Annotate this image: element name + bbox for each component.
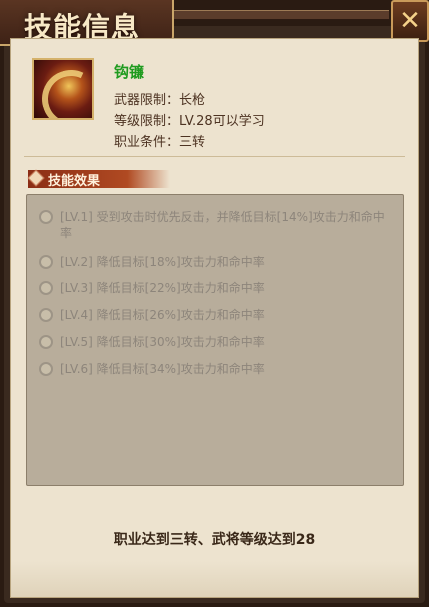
- skill-effects-list[interactable]: [LV.1] 受到攻击时优先反击，并降低目标[14%]攻击力和命中率 [LV.2…: [26, 194, 404, 486]
- effect-text: [LV.3] 降低目标[22%]攻击力和命中率: [60, 281, 265, 295]
- close-icon: ✕: [399, 6, 421, 36]
- effect-level-6: [LV.6] 降低目标[34%]攻击力和命中率: [39, 361, 393, 377]
- skill-info-panel: 技能信息 ✕ 钩镰 武器限制：长枪 等级限制：LV.28可以学习 职业条件：三转…: [0, 0, 429, 607]
- swirl-icon: [39, 210, 53, 224]
- swirl-icon: [39, 255, 53, 269]
- effect-level-1: [LV.1] 受到攻击时优先反击，并降低目标[14%]攻击力和命中率: [39, 209, 393, 241]
- effect-level-3: [LV.3] 降低目标[22%]攻击力和命中率: [39, 280, 393, 296]
- effect-level-4: [LV.4] 降低目标[26%]攻击力和命中率: [39, 307, 393, 323]
- skill-icon: [32, 58, 94, 120]
- effect-text: [LV.5] 降低目标[30%]攻击力和命中率: [60, 335, 265, 349]
- swirl-icon: [39, 281, 53, 295]
- requirement-note: 职业达到三转、武将等级达到28: [113, 532, 316, 548]
- skill-name: 钩镰: [114, 63, 145, 81]
- divider: [24, 156, 405, 157]
- weapon-restriction: 武器限制：长枪: [114, 93, 206, 108]
- effect-level-5: [LV.5] 降低目标[30%]攻击力和命中率: [39, 334, 393, 350]
- swirl-icon: [39, 308, 53, 322]
- effect-text: [LV.6] 降低目标[34%]攻击力和命中率: [60, 362, 265, 376]
- swirl-icon: [39, 362, 53, 376]
- effect-level-2: [LV.2] 降低目标[18%]攻击力和命中率: [39, 254, 393, 270]
- close-button[interactable]: ✕: [391, 0, 429, 42]
- level-restriction: 等级限制：LV.28可以学习: [114, 114, 265, 129]
- effect-text: [LV.2] 降低目标[18%]攻击力和命中率: [60, 255, 265, 269]
- section-title: 技能效果: [48, 174, 101, 189]
- job-condition: 职业条件：三转: [114, 135, 206, 150]
- hook-sickle-icon: [34, 61, 92, 118]
- effect-text: [LV.1] 受到攻击时优先反击，并降低目标[14%]攻击力和命中率: [60, 210, 385, 240]
- effect-text: [LV.4] 降低目标[26%]攻击力和命中率: [60, 308, 265, 322]
- swirl-icon: [39, 335, 53, 349]
- top-rail: [172, 10, 389, 20]
